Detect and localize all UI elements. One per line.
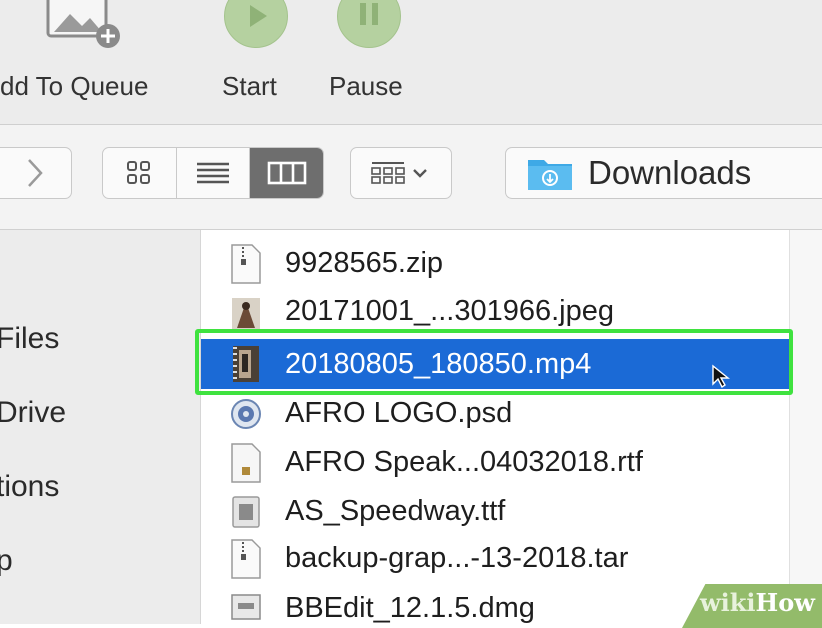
start-label: Start (222, 71, 277, 101)
toolbar: dd To Queue Start Pause (0, 0, 822, 125)
list-icon (197, 162, 229, 184)
location-label: Downloads (588, 154, 752, 191)
add-to-queue-button[interactable]: dd To Queue (0, 0, 205, 124)
dmg-file-icon (229, 589, 263, 625)
file-name: 20171001_...301966.jpeg (285, 295, 614, 327)
psd-file-icon (229, 394, 263, 434)
arrange-button[interactable] (350, 147, 452, 199)
image-file-icon (229, 292, 263, 332)
file-row[interactable]: backup-grap...-13-2018.tar (201, 537, 789, 580)
zip-file-icon (229, 243, 263, 284)
pause-icon (337, 0, 401, 48)
file-list: 9928565.zip 20171001_...301966.jpeg 2018… (201, 230, 790, 624)
sidebar-item-drive[interactable]: Drive (0, 396, 66, 430)
forward-button[interactable] (0, 147, 72, 199)
preview-column (790, 230, 822, 624)
file-row[interactable]: AS_Speedway.ttf (201, 490, 789, 533)
columns-icon (267, 161, 306, 185)
list-view-button[interactable] (177, 148, 251, 198)
file-name: backup-grap...-13-2018.tar (285, 542, 629, 574)
group-grid-icon (371, 162, 427, 184)
add-to-queue-label: dd To Queue (0, 71, 149, 101)
sidebar-item-desktop[interactable]: p (0, 544, 13, 578)
pause-label: Pause (329, 71, 403, 101)
file-name: AS_Speedway.ttf (285, 495, 506, 527)
file-row[interactable]: 20171001_...301966.jpeg (201, 290, 789, 333)
sidebar-item-files[interactable]: Files (0, 322, 59, 356)
column-view-button[interactable] (250, 148, 323, 198)
grid-icon (127, 161, 151, 184)
start-button[interactable]: Start (218, 0, 308, 124)
file-row[interactable]: AFRO LOGO.psd (201, 392, 789, 435)
icon-view-button[interactable] (103, 148, 177, 198)
sidebar-item-applications[interactable]: tions (0, 470, 59, 504)
play-icon (224, 0, 288, 48)
mouse-cursor-icon (712, 364, 730, 389)
file-row[interactable]: 9928565.zip (201, 242, 789, 285)
view-mode-control (102, 147, 324, 199)
location-button[interactable]: Downloads (505, 147, 822, 199)
wikihow-watermark: wikiHow (700, 588, 815, 617)
file-name: AFRO LOGO.psd (285, 397, 513, 429)
tar-file-icon (229, 538, 263, 579)
navigation-bar: Downloads (0, 125, 822, 230)
file-name: BBEdit_12.1.5.dmg (285, 592, 535, 624)
downloads-folder-icon (528, 160, 572, 190)
font-file-icon (229, 492, 263, 532)
file-name: AFRO Speak...04032018.rtf (285, 446, 643, 478)
rtf-file-icon (229, 442, 263, 483)
highlight-outline (195, 329, 793, 395)
file-row[interactable]: AFRO Speak...04032018.rtf (201, 441, 789, 484)
queue-add-icon (42, 0, 132, 59)
chevron-right-icon (28, 159, 43, 187)
pause-button[interactable]: Pause (325, 0, 425, 124)
file-name: 9928565.zip (285, 247, 444, 279)
sidebar: Files Drive tions p (0, 230, 201, 624)
